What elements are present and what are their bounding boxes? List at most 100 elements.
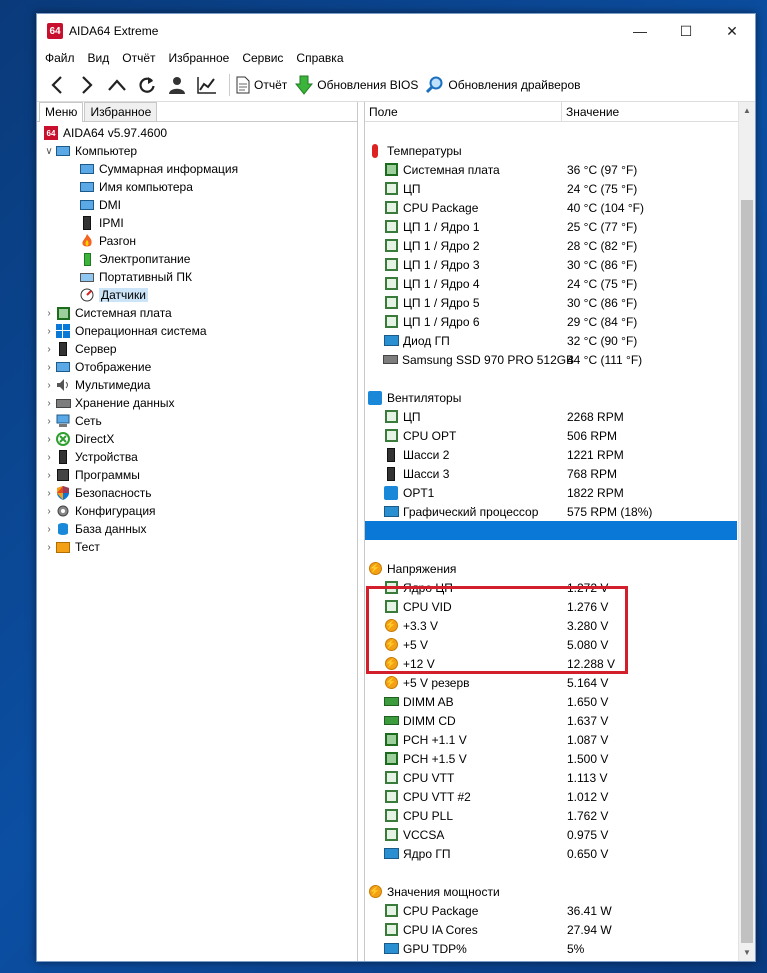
table-row[interactable]: ЦП 2268 RPM	[365, 407, 737, 426]
minimize-button[interactable]: —	[617, 14, 663, 48]
expand-icon[interactable]: ›	[43, 524, 55, 535]
table-row[interactable]: ЦП 1 / Ядро 1 25 °C (77 °F)	[365, 217, 737, 236]
column-value[interactable]: Значение	[562, 105, 619, 119]
forward-button[interactable]	[73, 71, 101, 99]
column-field[interactable]: Поле	[365, 101, 562, 122]
expand-icon[interactable]: ›	[43, 434, 55, 445]
back-button[interactable]	[43, 71, 71, 99]
table-row[interactable]: PCH +1.1 V 1.087 V	[365, 730, 737, 749]
table-row[interactable]: ⚡ +5 V резерв 5.164 V	[365, 673, 737, 692]
table-row[interactable]: CPU OPT 506 RPM	[365, 426, 737, 445]
tree-item-display[interactable]: › Отображение	[37, 358, 357, 376]
table-row[interactable]: CPU VID 1.276 V	[365, 597, 737, 616]
tree-item-security[interactable]: › Безопасность	[37, 484, 357, 502]
menu-service[interactable]: Сервис	[242, 51, 283, 65]
tree-item-directx[interactable]: › DirectX	[37, 430, 357, 448]
table-row[interactable]: ЦП 1 / Ядро 5 30 °C (86 °F)	[365, 293, 737, 312]
table-row[interactable]: Диод ГП 32 °C (90 °F)	[365, 331, 737, 350]
menu-help[interactable]: Справка	[296, 51, 343, 65]
tree-item-os[interactable]: › Операционная система	[37, 322, 357, 340]
maximize-button[interactable]: ☐	[663, 14, 709, 48]
refresh-button[interactable]	[133, 71, 161, 99]
tree-item-dmi[interactable]: DMI	[37, 196, 357, 214]
driver-update-button[interactable]: Обновления драйверов	[426, 71, 581, 99]
selection-bar[interactable]	[365, 521, 737, 540]
close-button[interactable]: ✕	[709, 14, 755, 48]
sensor-group[interactable]: ⚡ Значения мощности	[365, 882, 737, 901]
expand-icon[interactable]: ›	[43, 362, 55, 373]
table-row[interactable]: DIMM CD 1.637 V	[365, 711, 737, 730]
tab-favorites[interactable]: Избранное	[84, 102, 158, 121]
table-row[interactable]: GPU TDP% 5%	[365, 939, 737, 958]
tree-item-server[interactable]: › Сервер	[37, 340, 357, 358]
table-row[interactable]: Ядро ГП 0.650 V	[365, 844, 737, 863]
tree-item-summary[interactable]: Суммарная информация	[37, 160, 357, 178]
table-row[interactable]: Samsung SSD 970 PRO 512GB 44 °C (111 °F)	[365, 350, 737, 369]
expand-icon[interactable]: ›	[43, 344, 55, 355]
expand-icon[interactable]: ›	[43, 308, 55, 319]
tree-item-power[interactable]: Электропитание	[37, 250, 357, 268]
sensor-group[interactable]: ⚡ Напряжения	[365, 559, 737, 578]
scroll-down-icon[interactable]: ▼	[739, 944, 755, 961]
expand-icon[interactable]: ›	[43, 470, 55, 481]
tree-item-ipmi[interactable]: IPMI	[37, 214, 357, 232]
table-row[interactable]: OPT1 1822 RPM	[365, 483, 737, 502]
tree-item-overclock[interactable]: Разгон	[37, 232, 357, 250]
title-bar[interactable]: 64 AIDA64 Extreme — ☐ ✕	[37, 14, 755, 48]
expand-icon[interactable]: ›	[43, 380, 55, 391]
tree-root[interactable]: 64 AIDA64 v5.97.4600	[37, 124, 357, 142]
table-row[interactable]: Ядро ЦП 1.272 V	[365, 578, 737, 597]
table-row[interactable]: CPU PLL 1.762 V	[365, 806, 737, 825]
tree-item-devices[interactable]: › Устройства	[37, 448, 357, 466]
expand-icon[interactable]: ›	[43, 506, 55, 517]
table-row[interactable]: Шасси 3 768 RPM	[365, 464, 737, 483]
table-row[interactable]: ЦП 1 / Ядро 4 24 °C (75 °F)	[365, 274, 737, 293]
table-row[interactable]: ЦП 1 / Ядро 6 29 °C (84 °F)	[365, 312, 737, 331]
table-row[interactable]: CPU VTT 1.113 V	[365, 768, 737, 787]
bios-update-button[interactable]: Обновления BIOS	[295, 71, 418, 99]
table-row[interactable]: ⚡ +3.3 V 3.280 V	[365, 616, 737, 635]
expand-icon[interactable]: ›	[43, 452, 55, 463]
table-row[interactable]: ⚡ +5 V 5.080 V	[365, 635, 737, 654]
user-button[interactable]	[163, 71, 191, 99]
tree-item-network[interactable]: › Сеть	[37, 412, 357, 430]
expand-icon[interactable]: ›	[43, 488, 55, 499]
table-row[interactable]: PCH +1.5 V 1.500 V	[365, 749, 737, 768]
table-row[interactable]: CPU VTT #2 1.012 V	[365, 787, 737, 806]
table-row[interactable]: ЦП 1 / Ядро 3 30 °C (86 °F)	[365, 255, 737, 274]
up-button[interactable]	[103, 71, 131, 99]
table-row[interactable]: Системная плата 36 °C (97 °F)	[365, 160, 737, 179]
tree-item-test[interactable]: › Тест	[37, 538, 357, 556]
tree-item-computer[interactable]: ∨ Компьютер	[37, 142, 357, 160]
menu-file[interactable]: Файл	[45, 51, 75, 65]
scroll-up-icon[interactable]: ▲	[739, 102, 755, 119]
tree-item-database[interactable]: › База данных	[37, 520, 357, 538]
chart-button[interactable]	[193, 71, 221, 99]
collapse-icon[interactable]: ∨	[43, 146, 55, 157]
table-row[interactable]: ⚡ +12 V 12.288 V	[365, 654, 737, 673]
table-row[interactable]: CPU IA Cores 27.94 W	[365, 920, 737, 939]
table-row[interactable]: Графический процессор 575 RPM (18%)	[365, 502, 737, 521]
expand-icon[interactable]: ›	[43, 398, 55, 409]
table-row[interactable]: Шасси 2 1221 RPM	[365, 445, 737, 464]
table-row[interactable]: ЦП 24 °C (75 °F)	[365, 179, 737, 198]
tab-menu[interactable]: Меню	[39, 102, 84, 122]
tree-item-multimedia[interactable]: › Мультимедиа	[37, 376, 357, 394]
vertical-scrollbar[interactable]: ▲ ▼	[738, 102, 755, 961]
expand-icon[interactable]: ›	[43, 542, 55, 553]
tree-item-programs[interactable]: › Программы	[37, 466, 357, 484]
table-row[interactable]: CPU Package 40 °C (104 °F)	[365, 198, 737, 217]
tree-item-config[interactable]: › Конфигурация	[37, 502, 357, 520]
sensor-group[interactable]: Температуры	[365, 141, 737, 160]
report-button[interactable]: Отчёт	[236, 71, 287, 99]
tree-item-motherboard[interactable]: › Системная плата	[37, 304, 357, 322]
table-row[interactable]: ЦП 1 / Ядро 2 28 °C (82 °F)	[365, 236, 737, 255]
table-row[interactable]: DIMM AB 1.650 V	[365, 692, 737, 711]
tree-item-sensors[interactable]: Датчики	[37, 286, 357, 304]
menu-favorites[interactable]: Избранное	[169, 51, 230, 65]
table-row[interactable]: VCCSA 0.975 V	[365, 825, 737, 844]
expand-icon[interactable]: ›	[43, 416, 55, 427]
menu-report[interactable]: Отчёт	[122, 51, 155, 65]
expand-icon[interactable]: ›	[43, 326, 55, 337]
menu-view[interactable]: Вид	[88, 51, 110, 65]
